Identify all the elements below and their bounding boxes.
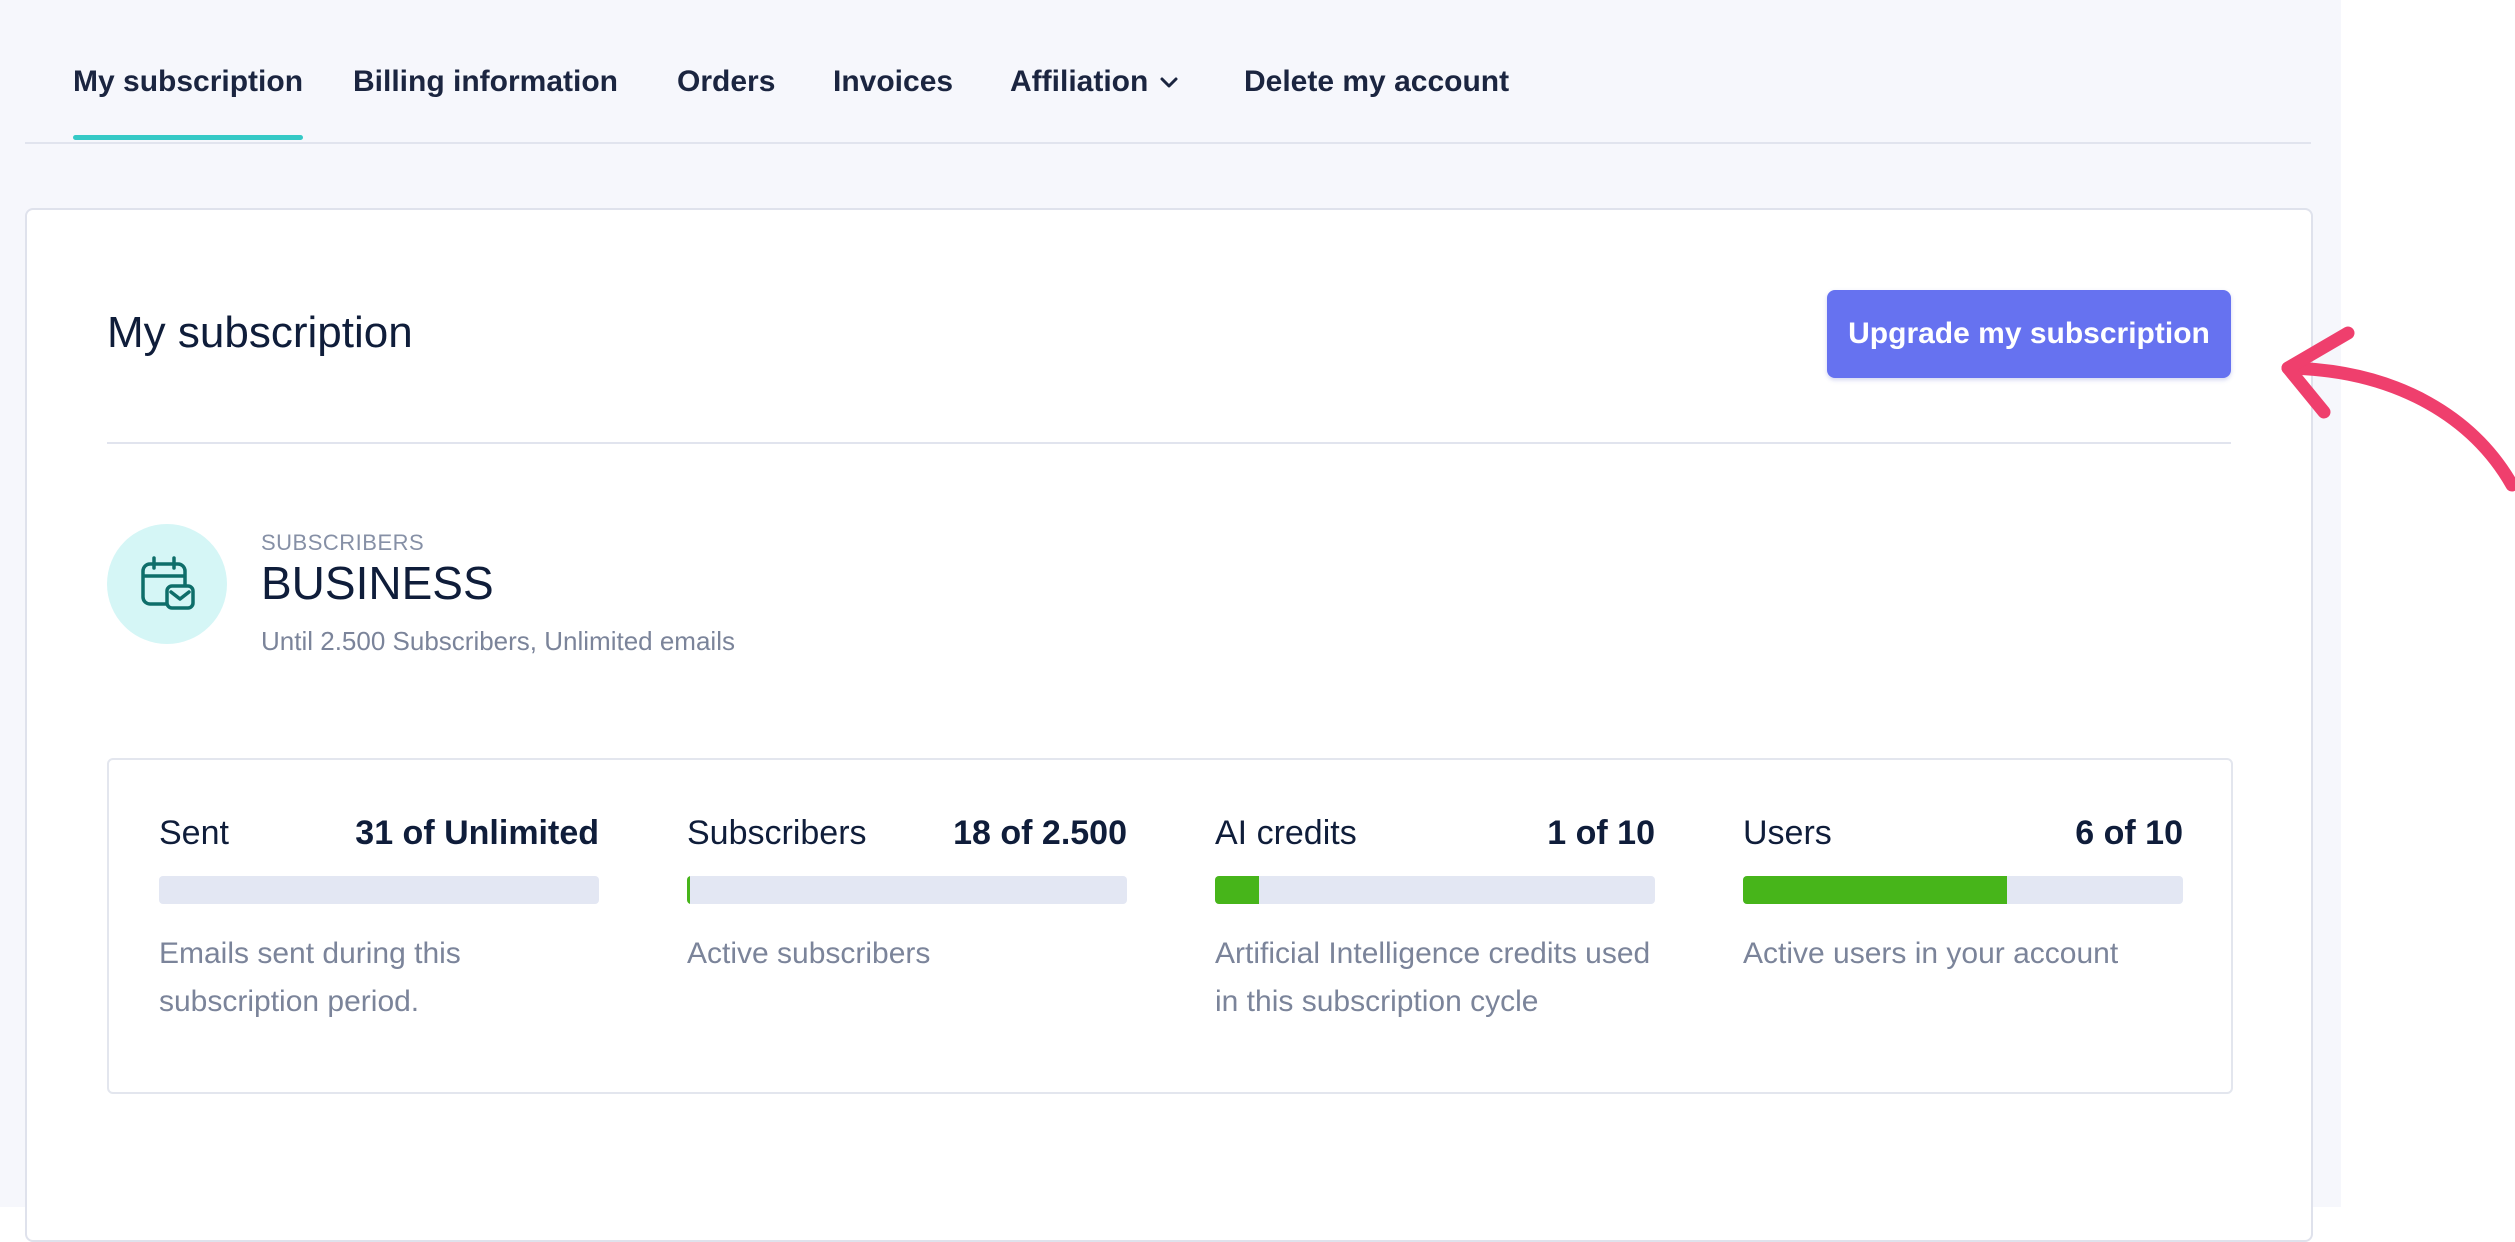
subscription-card: My subscription Upgrade my subscription … — [25, 208, 2313, 1242]
upgrade-subscription-button[interactable]: Upgrade my subscription — [1827, 290, 2231, 378]
stat-description: Active subscribers — [687, 937, 931, 970]
annotation-arrow-icon — [2281, 326, 2515, 492]
stat-value: 1 of 10 — [1547, 814, 1655, 852]
card-title: My subscription — [107, 308, 413, 357]
stat-value: 6 of 10 — [2075, 814, 2183, 852]
tab-my-subscription[interactable]: My subscription — [73, 60, 304, 140]
plan-description: Until 2.500 Subscribers, Unlimited email… — [261, 626, 735, 656]
account-tabs: My subscription Billing information Orde… — [25, 0, 2311, 144]
stat-description: Emails sent during this subscription per… — [159, 937, 461, 1018]
stat-subscribers: Subscribers 18 of 2.500 Active subscribe… — [687, 814, 1127, 970]
progress-fill — [687, 876, 691, 904]
stat-value: 31 of Unlimited — [355, 814, 599, 852]
tab-delete-my-account[interactable]: Delete my account — [1244, 60, 1509, 104]
tab-invoices[interactable]: Invoices — [833, 60, 953, 104]
progress-bar — [159, 876, 599, 904]
tab-billing-information[interactable]: Billing information — [353, 60, 618, 104]
stat-label: Subscribers — [687, 814, 867, 852]
plan-category: SUBSCRIBERS — [261, 530, 425, 555]
tab-affiliation[interactable]: Affiliation — [1010, 60, 1180, 104]
stat-label: AI credits — [1215, 814, 1357, 852]
stat-sent: Sent 31 of Unlimited Emails sent during … — [159, 814, 599, 1018]
usage-stats: Sent 31 of Unlimited Emails sent during … — [107, 758, 2233, 1094]
chevron-down-icon — [1158, 72, 1180, 94]
stat-users: Users 6 of 10 Active users in your accou… — [1743, 814, 2183, 970]
plan-name: BUSINESS — [261, 557, 494, 609]
progress-fill — [1215, 876, 1259, 904]
calendar-mail-icon — [107, 524, 227, 644]
progress-bar — [1743, 876, 2183, 904]
stat-description: Artificial Intelligence credits used in … — [1215, 937, 1651, 1018]
stat-description: Active users in your account — [1743, 937, 2119, 970]
stat-value: 18 of 2.500 — [953, 814, 1127, 852]
tab-orders[interactable]: Orders — [677, 60, 775, 104]
progress-fill — [1743, 876, 2007, 904]
stat-label: Users — [1743, 814, 1832, 852]
stat-ai-credits: AI credits 1 of 10 Artificial Intelligen… — [1215, 814, 1655, 1018]
progress-bar — [1215, 876, 1655, 904]
divider — [107, 442, 2231, 444]
progress-bar — [687, 876, 1127, 904]
stat-label: Sent — [159, 814, 229, 852]
